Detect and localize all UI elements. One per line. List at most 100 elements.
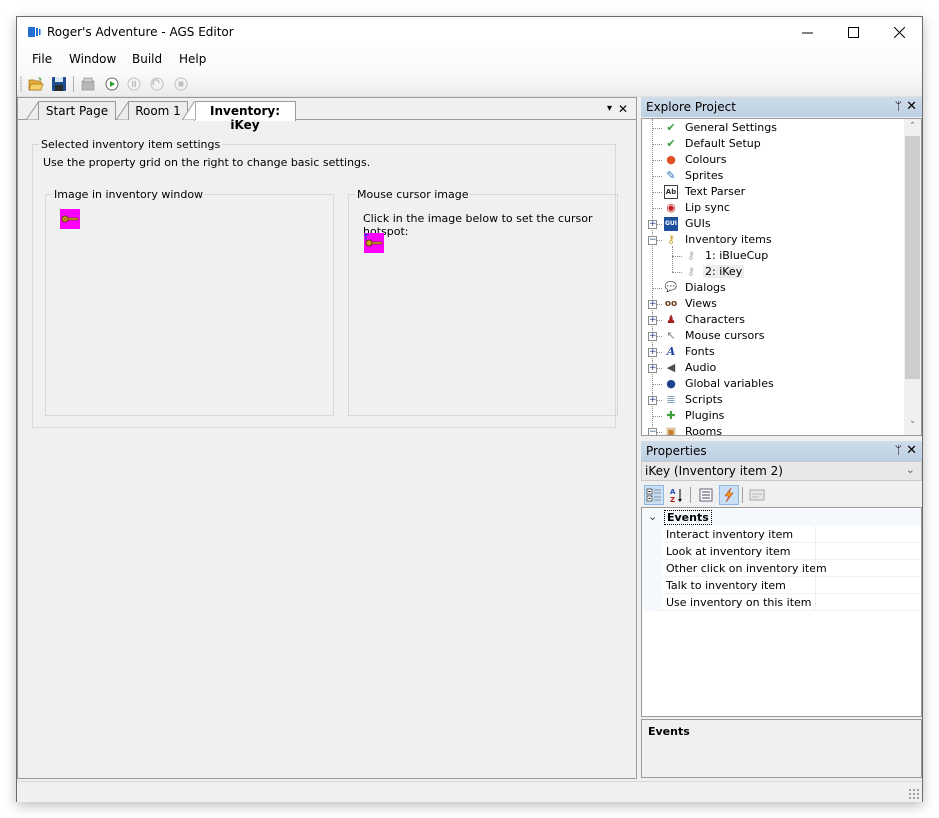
tree-line bbox=[652, 144, 662, 145]
events-category[interactable]: ⌄ Events bbox=[642, 509, 921, 526]
events-view-button[interactable] bbox=[719, 485, 739, 505]
run-button[interactable] bbox=[103, 75, 121, 93]
property-value-field[interactable] bbox=[815, 560, 921, 577]
inventory-image-sprite[interactable] bbox=[60, 209, 80, 229]
svg-text:Z: Z bbox=[670, 496, 675, 503]
step-button[interactable] bbox=[148, 75, 166, 93]
pause-button[interactable] bbox=[125, 75, 143, 93]
menu-help[interactable]: Help bbox=[179, 52, 206, 66]
maximize-button[interactable] bbox=[830, 17, 876, 47]
alphabetical-button[interactable]: A Z bbox=[667, 485, 687, 505]
property-pages-button[interactable] bbox=[747, 485, 767, 505]
save-button[interactable] bbox=[50, 75, 68, 93]
properties-view-button[interactable] bbox=[696, 485, 716, 505]
scroll-thumb[interactable] bbox=[905, 136, 920, 379]
ags-editor-window: Roger's Adventure - AGS Editor File Wind… bbox=[16, 16, 923, 802]
close-tab-icon[interactable]: ✕ bbox=[618, 102, 628, 116]
property-value-field[interactable] bbox=[815, 594, 921, 611]
property-row[interactable]: Use inventory on this item bbox=[642, 594, 921, 611]
property-row[interactable]: Talk to inventory item bbox=[642, 577, 921, 594]
tree-item-label: 1: iBlueCup bbox=[705, 249, 769, 262]
sprite-feather-icon: ✎ bbox=[666, 169, 676, 182]
menu-file[interactable]: File bbox=[32, 52, 52, 66]
expand-icon[interactable]: + bbox=[648, 300, 657, 309]
tree-item-label: General Settings bbox=[685, 121, 777, 134]
close-panel-icon[interactable]: ✕ bbox=[906, 99, 917, 114]
row-margin bbox=[642, 543, 662, 560]
mouse-cursor-icon: ↖ bbox=[666, 329, 676, 342]
tree-item-label: Characters bbox=[685, 313, 746, 326]
scroll-up-icon[interactable]: ˄ bbox=[904, 119, 921, 136]
expand-icon[interactable]: + bbox=[648, 396, 657, 405]
expand-icon[interactable]: + bbox=[648, 364, 657, 373]
close-panel-icon[interactable]: ✕ bbox=[906, 443, 917, 458]
categorized-button[interactable] bbox=[644, 485, 664, 505]
speech-bubble-icon: 💬 bbox=[664, 282, 678, 293]
tree-item-label: Views bbox=[685, 297, 717, 310]
open-project-button[interactable] bbox=[27, 75, 45, 93]
checkmark-icon: ✔ bbox=[666, 137, 676, 150]
expand-icon[interactable]: + bbox=[648, 348, 657, 357]
tab-inventory-ikey[interactable]: Inventory: iKey bbox=[194, 101, 296, 132]
minimize-icon bbox=[801, 32, 813, 33]
cursor-hotspot-image[interactable] bbox=[364, 233, 384, 253]
scroll-down-icon[interactable]: ˅ bbox=[904, 418, 921, 435]
properties-toolbar: A Z bbox=[641, 483, 922, 507]
property-value-field[interactable] bbox=[815, 543, 921, 560]
window-title: Roger's Adventure - AGS Editor bbox=[47, 25, 234, 39]
toolbar-separator bbox=[742, 487, 743, 503]
menu-build[interactable]: Build bbox=[132, 52, 162, 66]
tab-list-dropdown-icon[interactable]: ▾ bbox=[607, 103, 612, 114]
open-folder-icon bbox=[28, 77, 44, 91]
object-selector-combo[interactable]: iKey (Inventory item 2) ⌄ bbox=[641, 461, 922, 481]
tree-item-label: GUIs bbox=[685, 217, 711, 230]
pause-icon bbox=[127, 77, 141, 91]
tree-item-label: Scripts bbox=[685, 393, 723, 406]
property-pages-icon bbox=[749, 489, 765, 501]
tree-scrollbar[interactable]: ˄ ˅ bbox=[904, 119, 921, 435]
tab-start-page[interactable]: Start Page bbox=[38, 101, 116, 120]
tree-item-label: 2: iKey bbox=[703, 265, 745, 278]
main-toolbar bbox=[17, 71, 922, 97]
sort-az-icon: A Z bbox=[670, 488, 682, 503]
key-icon: ⚷ bbox=[666, 233, 676, 246]
tree-line bbox=[672, 246, 673, 272]
close-button[interactable] bbox=[876, 17, 922, 47]
properties-title: Properties bbox=[646, 444, 707, 458]
cursor-hint-text: Click in the image below to set the curs… bbox=[363, 212, 593, 238]
property-value-field[interactable] bbox=[815, 577, 921, 594]
tab-room-1[interactable]: Room 1 bbox=[128, 101, 188, 120]
help-title: Events bbox=[648, 725, 690, 738]
minimize-button[interactable] bbox=[784, 17, 830, 47]
collapse-icon[interactable]: − bbox=[648, 236, 657, 245]
text-parser-icon: Ab bbox=[664, 185, 678, 199]
expand-icon[interactable]: + bbox=[648, 316, 657, 325]
pin-icon[interactable]: ᛘ bbox=[895, 99, 902, 113]
stop-button[interactable] bbox=[172, 75, 190, 93]
property-row[interactable]: Look at inventory item bbox=[642, 543, 921, 560]
pin-icon[interactable]: ᛘ bbox=[895, 443, 902, 457]
property-value-field[interactable] bbox=[815, 526, 921, 543]
chevron-down-icon[interactable]: ⌄ bbox=[648, 510, 657, 523]
resize-grip-icon[interactable] bbox=[908, 788, 920, 800]
tree-item-label: Plugins bbox=[685, 409, 725, 422]
property-name: Look at inventory item bbox=[666, 545, 791, 558]
document-area: Start Page Room 1 Inventory: iKey ▾ ✕ Se… bbox=[17, 97, 637, 779]
expand-icon[interactable]: + bbox=[648, 332, 657, 341]
toolbar-separator bbox=[73, 76, 74, 92]
tree-item-label: Text Parser bbox=[685, 185, 746, 198]
inventory-image-group: Image in inventory window bbox=[45, 188, 334, 416]
toolbar-grip[interactable] bbox=[20, 76, 22, 92]
property-row[interactable]: Other click on inventory item bbox=[642, 560, 921, 577]
build-exe-button[interactable] bbox=[79, 75, 97, 93]
expand-icon[interactable]: + bbox=[648, 220, 657, 229]
svg-text:A: A bbox=[670, 488, 676, 496]
selected-object-text: iKey (Inventory item 2) bbox=[645, 464, 783, 478]
menu-window[interactable]: Window bbox=[69, 52, 116, 66]
tree-line bbox=[652, 160, 662, 161]
colour-wheel-icon: ● bbox=[666, 153, 676, 166]
collapse-icon[interactable]: − bbox=[648, 428, 657, 435]
row-margin bbox=[642, 577, 662, 594]
property-row[interactable]: Interact inventory item bbox=[642, 526, 921, 543]
save-icon bbox=[52, 77, 66, 91]
